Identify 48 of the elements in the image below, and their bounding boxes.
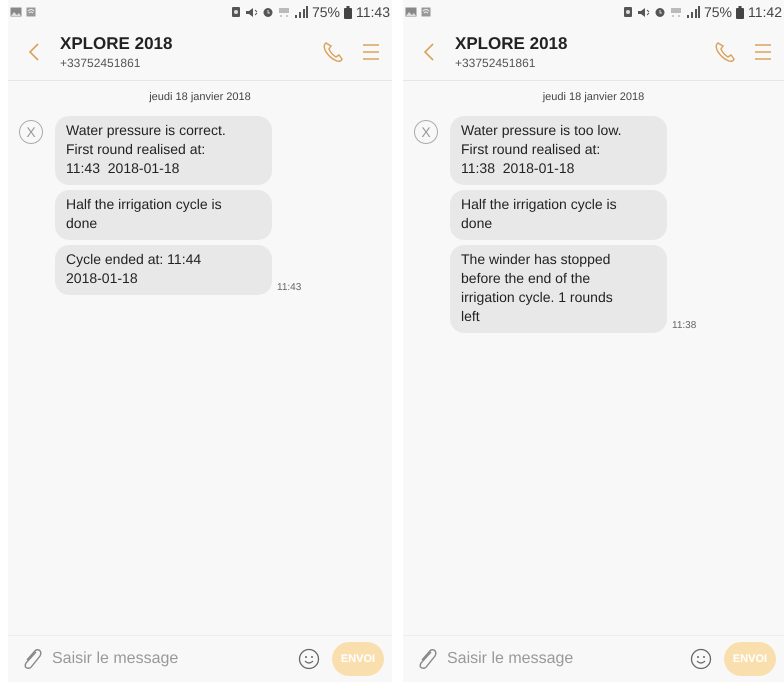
clock-time: 11:43 [356,4,390,20]
emoji-icon[interactable] [690,648,712,670]
paperclip-icon[interactable] [22,648,42,670]
network-4g-icon [278,6,290,18]
battery-icon [344,6,352,18]
message-input[interactable]: Saisir le message [445,649,682,669]
emoji-icon[interactable] [298,648,320,670]
message-bubble: The winder has stopped before the end of the irrigation cycle. 1 rounds left [450,245,667,333]
message-bubble: Water pressure is correct. First round realised at: 11:43 2018-01-18 [55,116,272,185]
message-input[interactable]: Saisir le message [50,649,290,669]
mute-icon [636,6,650,18]
message-time: 11:38 [672,320,696,331]
wifi-icon [26,7,36,17]
battery-icon [736,6,744,18]
back-icon[interactable] [28,43,40,61]
contact-avatar[interactable]: X [19,120,43,144]
contact-name: XPLORE 2018 [60,34,174,54]
message-bubble: Cycle ended at: 11:44 2018-01-18 [55,245,272,295]
message-bubble: Half the irrigation cycle is done [55,190,272,240]
message-bubble: Half the irrigation cycle is done [450,190,667,240]
battery-saver-icon [622,6,633,18]
clock-time: 11:42 [748,4,782,20]
battery-percent: 75% [704,4,732,20]
mute-icon [244,6,258,18]
message-bubble: Water pressure is too low. First round realised at: 11:38 2018-01-18 [450,116,667,185]
alarm-icon [262,6,274,18]
menu-icon[interactable] [362,43,380,61]
phone-icon[interactable] [714,41,736,63]
message-time: 11:43 [277,282,302,293]
contact-avatar[interactable]: X [414,120,438,144]
phone-number: +33752451861 [455,56,536,70]
alarm-icon [654,6,666,18]
signal-icon [294,6,308,18]
gallery-icon [405,7,417,17]
gallery-icon [10,7,22,17]
date-label: jeudi 18 janvier 2018 [148,91,252,103]
battery-percent: 75% [312,4,340,20]
menu-icon[interactable] [754,43,772,61]
network-4g-icon [670,6,682,18]
back-icon[interactable] [423,43,435,61]
paperclip-icon[interactable] [417,648,437,670]
wifi-icon [421,7,431,17]
date-label: jeudi 18 janvier 2018 [542,91,646,103]
signal-icon [686,6,700,18]
battery-saver-icon [230,6,241,18]
contact-name: XPLORE 2018 [455,34,568,54]
phone-number: +33752451861 [60,56,142,70]
phone-icon[interactable] [322,41,344,63]
